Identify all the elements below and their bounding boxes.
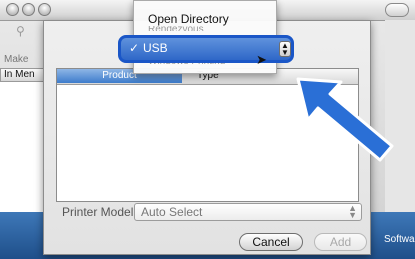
make-default-icon: ⚲ xyxy=(16,24,25,38)
menu-item-usb[interactable]: ✓ USB ▲ ▼ xyxy=(118,35,294,63)
printer-model-value: Auto Select xyxy=(141,205,203,219)
close-window-button[interactable] xyxy=(6,3,19,16)
popup-stepper-icon: ▲ ▼ xyxy=(279,41,291,57)
checkmark-icon: ✓ xyxy=(129,41,140,55)
menu-item-open-directory[interactable]: Open Directory xyxy=(148,12,229,26)
arrow-callout-icon xyxy=(296,77,394,162)
make-default-label: Make xyxy=(4,54,29,65)
add-button[interactable]: Add xyxy=(314,233,367,251)
menu-item-rendezvous[interactable]: Rendezvous xyxy=(148,26,204,31)
printer-model-label: Printer Model: xyxy=(62,205,137,219)
software-label: Softwa xyxy=(384,234,415,245)
zoom-window-button[interactable] xyxy=(38,3,51,16)
minimize-window-button[interactable] xyxy=(22,3,35,16)
select-stepper-icon: ▲ ▼ xyxy=(348,203,357,220)
printer-model-select[interactable]: Auto Select ▲ ▼ xyxy=(134,203,362,221)
menu-item-usb-label: USB xyxy=(143,41,168,55)
toolbar-toggle-button[interactable] xyxy=(385,3,409,17)
cancel-button[interactable]: Cancel xyxy=(239,233,303,251)
mouse-pointer-icon: ➤ xyxy=(256,52,267,67)
